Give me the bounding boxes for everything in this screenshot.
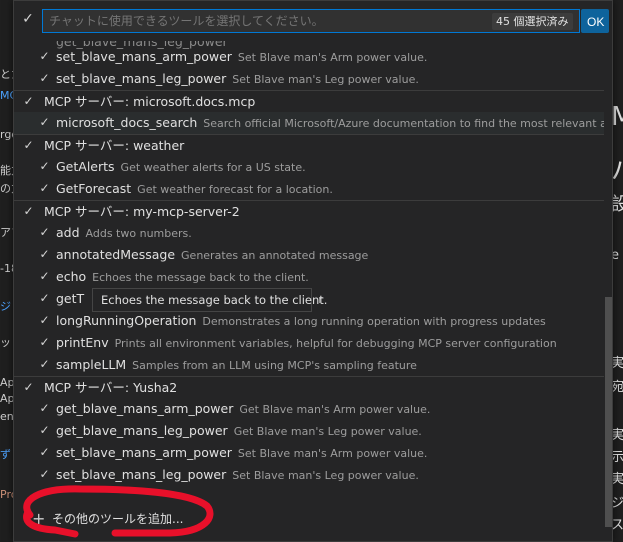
tool-name: echo — [56, 269, 87, 284]
add-more-tools-label: その他のツールを追加... — [52, 512, 184, 526]
tool-row[interactable]: ✓ printEnv Prints all environment variabl… — [14, 332, 604, 354]
check-icon[interactable]: ✓ — [38, 314, 51, 327]
tool-description: Prints all environment variables, helpfu… — [114, 337, 557, 350]
tool-description: Get Blave man's Leg power value. — [233, 425, 422, 438]
tool-name: sampleLLM — [56, 357, 127, 372]
tool-name: GetAlerts — [56, 159, 115, 174]
check-icon[interactable]: ✓ — [38, 468, 51, 481]
tool-name: set_blave_mans_leg_power — [56, 71, 227, 86]
check-icon[interactable]: ✓ — [38, 72, 51, 85]
tool-description: Set Blave man's Arm power value. — [237, 51, 428, 64]
tool-name: get_blave_mans_leg_power — [56, 423, 228, 438]
check-icon[interactable]: ✓ — [38, 402, 51, 415]
check-icon[interactable]: ✓ — [38, 160, 51, 173]
check-icon[interactable]: ✓ — [38, 446, 51, 459]
tool-row[interactable]: ✓ longRunningOperation Demonstrates a lon… — [14, 310, 604, 332]
tool-name: set_blave_mans_arm_power — [56, 445, 232, 460]
server-group-name: MCP サーバー: microsoft.docs.mcp — [44, 94, 256, 109]
picker-header: ✓ 45 個選択済み OK — [14, 1, 612, 41]
tool-name: printEnv — [56, 335, 109, 350]
check-icon[interactable]: ✓ — [38, 116, 51, 129]
tool-row[interactable]: ✓ echo Echoes the message back to the cli… — [14, 266, 604, 288]
tool-name: annotatedMessage — [56, 247, 176, 262]
tool-description: Demonstrates a long running operation wi… — [202, 315, 546, 328]
server-group-row[interactable]: ✓ MCP サーバー: my-mcp-server-2 — [14, 200, 604, 223]
check-icon[interactable]: ✓ — [22, 139, 35, 152]
check-icon[interactable]: ✓ — [38, 226, 51, 239]
ok-button[interactable]: OK — [581, 9, 609, 33]
tool-name: GetForecast — [56, 181, 132, 196]
tool-tooltip: Echoes the message back to the client. — [92, 288, 327, 312]
tool-row[interactable]: ✓ microsoft_docs_search Search official M… — [14, 112, 604, 134]
tool-name: set_blave_mans_arm_power — [56, 49, 232, 64]
tool-name: microsoft_docs_search — [56, 115, 198, 130]
server-group-row[interactable]: ✓ MCP サーバー: weather — [14, 134, 604, 157]
tool-name: get_blave_mans_arm_power — [56, 401, 234, 416]
tool-row[interactable]: ✓ get_blave_mans_arm_power Get Blave man'… — [14, 398, 604, 420]
check-icon[interactable]: ✓ — [22, 381, 35, 394]
check-icon[interactable]: ✓ — [38, 292, 51, 305]
tool-name: getT — [56, 291, 85, 306]
tool-description: Set Blave man's Leg power value. — [232, 73, 419, 86]
tool-row[interactable]: ✓ get_blave_mans_leg_power Get Blave man'… — [14, 420, 604, 442]
tool-description: Adds two numbers. — [85, 227, 192, 240]
tool-description: Search official Microsoft/Azure document… — [203, 117, 604, 130]
tool-picker-dialog: ✓ 45 個選択済み OK get_blave_mans_leg_power ✓… — [13, 0, 613, 542]
tool-row[interactable]: ✓ set_blave_mans_leg_power Set Blave man'… — [14, 464, 604, 486]
tool-name: set_blave_mans_leg_power — [56, 467, 227, 482]
check-icon[interactable]: ✓ — [38, 248, 51, 261]
server-group-name: MCP サーバー: weather — [44, 138, 185, 153]
tool-description: Set Blave man's Arm power value. — [237, 447, 428, 460]
tool-row[interactable]: ✓ set_blave_mans_arm_power Set Blave man'… — [14, 46, 604, 68]
tool-description: Samples from an LLM using MCP's sampling… — [132, 359, 417, 372]
check-icon[interactable]: ✓ — [22, 95, 35, 108]
tool-row[interactable]: ✓ add Adds two numbers. — [14, 222, 604, 244]
tool-row[interactable]: ✓ GetForecast Get weather forecast for a … — [14, 178, 604, 200]
scrollbar-thumb[interactable] — [605, 297, 612, 527]
tool-description: Get weather forecast for a location. — [137, 183, 333, 196]
add-more-tools-row[interactable]: + その他のツールを追加... — [14, 503, 604, 537]
plus-icon: + — [32, 509, 46, 528]
tool-description: Get weather alerts for a US state. — [120, 161, 306, 174]
server-group-name: MCP サーバー: my-mcp-server-2 — [44, 204, 240, 219]
check-icon[interactable]: ✓ — [38, 336, 51, 349]
tool-description: Get Blave man's Arm power value. — [239, 403, 431, 416]
server-group-row[interactable]: ✓ MCP サーバー: Yusha2 — [14, 376, 604, 399]
tool-row[interactable]: ✓ annotatedMessage Generates an annotated… — [14, 244, 604, 266]
check-icon[interactable]: ✓ — [38, 424, 51, 437]
check-icon[interactable]: ✓ — [38, 50, 51, 63]
server-group-name: MCP サーバー: Yusha2 — [44, 380, 178, 395]
bg-text: ず — [0, 448, 11, 461]
check-icon[interactable]: ✓ — [22, 205, 35, 218]
tool-name: longRunningOperation — [56, 313, 197, 328]
check-icon[interactable]: ✓ — [38, 182, 51, 195]
tool-row[interactable]: ✓ set_blave_mans_arm_power Set Blave man'… — [14, 442, 604, 464]
tool-row[interactable]: ✓ GetAlerts Get weather alerts for a US s… — [14, 156, 604, 178]
tool-description: Set Blave man's Leg power value. — [232, 469, 419, 482]
server-group-row[interactable]: ✓ MCP サーバー: microsoft.docs.mcp — [14, 90, 604, 113]
tool-list: get_blave_mans_leg_power ✓ set_blave_man… — [14, 41, 604, 503]
bg-text: ジ — [0, 300, 11, 313]
tool-row[interactable]: ✓ sampleLLM Samples from an LLM using MCP… — [14, 354, 604, 376]
tool-row[interactable]: ✓ set_blave_mans_leg_power Set Blave man'… — [14, 68, 604, 90]
tool-description: Generates an annotated message — [181, 249, 369, 262]
selected-count-badge: 45 個選択済み — [492, 13, 573, 30]
check-icon[interactable]: ✓ — [38, 270, 51, 283]
tool-name: add — [56, 225, 80, 240]
check-icon[interactable]: ✓ — [38, 358, 51, 371]
select-all-checkbox[interactable]: ✓ — [20, 11, 36, 27]
tool-description: Echoes the message back to the client. — [92, 271, 309, 284]
